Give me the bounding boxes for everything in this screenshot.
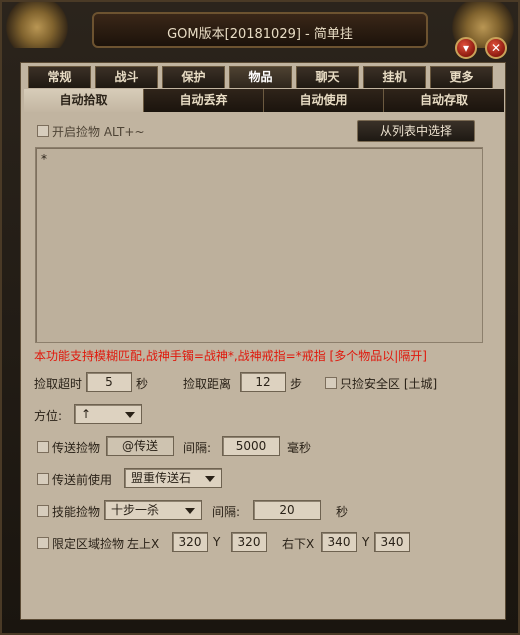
teleport-interval-input[interactable]: 5000 bbox=[222, 436, 280, 456]
distance-label: 捡取距离 bbox=[183, 377, 232, 391]
skill-pickup-label: 技能捡物 bbox=[52, 505, 101, 519]
top-left-y-label: Y bbox=[213, 535, 221, 549]
skill-interval-label: 间隔: bbox=[212, 505, 241, 519]
subtab-auto-discard[interactable]: 自动丢弃 bbox=[144, 89, 264, 112]
top-left-x-label: 左上X bbox=[127, 537, 160, 551]
tab-general[interactable]: 常规 bbox=[28, 66, 91, 88]
pickup-items-textarea[interactable] bbox=[35, 147, 483, 343]
sub-tabs: 自动拾取 自动丢弃 自动使用 自动存取 bbox=[24, 89, 504, 112]
top-left-x-input[interactable]: 320 bbox=[172, 532, 208, 552]
dragon-ornament-left bbox=[6, 2, 68, 48]
teleport-pickup-label: 传送捡物 bbox=[52, 441, 101, 455]
minimize-button[interactable]: ▾ bbox=[455, 37, 477, 59]
safe-zone-label: 只捡安全区 [土城] bbox=[340, 377, 438, 391]
subtab-auto-store[interactable]: 自动存取 bbox=[384, 89, 504, 112]
distance-input[interactable]: 12 bbox=[240, 372, 286, 392]
top-left-y-input[interactable]: 320 bbox=[231, 532, 267, 552]
distance-unit: 步 bbox=[290, 377, 303, 391]
main-tabs: 常规 战斗 保护 物品 聊天 挂机 更多 bbox=[24, 66, 504, 88]
teleport-interval-label: 间隔: bbox=[183, 441, 212, 455]
bottom-right-x-label: 右下X bbox=[282, 537, 315, 551]
fuzzy-match-note: 本功能支持模糊匹配,战神手镯=战神*,战神戒指=*戒指 [多个物品以|隔开] bbox=[34, 349, 427, 363]
enable-pickup-label: 开启捡物 ALT+~ bbox=[52, 125, 145, 139]
skill-value: 十步一杀 bbox=[111, 503, 160, 517]
dropdown-arrow-icon bbox=[125, 412, 135, 418]
dropdown-arrow-icon bbox=[205, 476, 215, 482]
teleport-interval-unit: 毫秒 bbox=[287, 441, 312, 455]
subtab-auto-use[interactable]: 自动使用 bbox=[264, 89, 384, 112]
tab-items[interactable]: 物品 bbox=[229, 66, 292, 88]
before-teleport-select[interactable]: 盟重传送石 bbox=[124, 468, 222, 488]
before-teleport-item: 盟重传送石 bbox=[131, 471, 192, 485]
bottom-right-x-input[interactable]: 340 bbox=[321, 532, 357, 552]
tab-more[interactable]: 更多 bbox=[430, 66, 493, 88]
teleport-command-input[interactable]: @传送 bbox=[106, 436, 174, 456]
dropdown-arrow-icon bbox=[185, 508, 195, 514]
bottom-right-y-input[interactable]: 340 bbox=[374, 532, 410, 552]
direction-value: ↑ bbox=[81, 407, 92, 421]
before-teleport-checkbox[interactable] bbox=[37, 473, 49, 485]
bottom-right-y-label: Y bbox=[362, 535, 370, 549]
window-title: GOM版本[20181029] - 简单挂 bbox=[167, 27, 353, 42]
choose-from-list-button[interactable]: 从列表中选择 bbox=[357, 120, 475, 142]
area-pickup-checkbox[interactable] bbox=[37, 537, 49, 549]
tab-chat[interactable]: 聊天 bbox=[296, 66, 359, 88]
direction-label: 方位: bbox=[34, 409, 63, 423]
skill-pickup-checkbox[interactable] bbox=[37, 505, 49, 517]
enable-pickup-checkbox[interactable] bbox=[37, 125, 49, 137]
tab-auto[interactable]: 挂机 bbox=[363, 66, 426, 88]
title-bar[interactable]: GOM版本[20181029] - 简单挂 bbox=[92, 12, 428, 48]
safe-zone-checkbox[interactable] bbox=[325, 377, 337, 389]
area-pickup-label: 限定区域捡物 bbox=[52, 537, 125, 551]
skill-interval-input[interactable]: 20 bbox=[253, 500, 321, 520]
close-icon: ✕ bbox=[490, 41, 502, 55]
teleport-pickup-checkbox[interactable] bbox=[37, 441, 49, 453]
close-button[interactable]: ✕ bbox=[485, 37, 507, 59]
timeout-label: 捡取超时 bbox=[34, 377, 83, 391]
skill-interval-unit: 秒 bbox=[336, 505, 349, 519]
before-teleport-label: 传送前使用 bbox=[52, 473, 113, 487]
direction-select[interactable]: ↑ bbox=[74, 404, 142, 424]
timeout-unit: 秒 bbox=[136, 377, 149, 391]
chevron-down-icon: ▾ bbox=[462, 41, 470, 55]
timeout-input[interactable]: 5 bbox=[86, 372, 132, 392]
skill-select[interactable]: 十步一杀 bbox=[104, 500, 202, 520]
subtab-auto-pickup[interactable]: 自动拾取 bbox=[24, 89, 144, 112]
tab-combat[interactable]: 战斗 bbox=[95, 66, 158, 88]
tab-protect[interactable]: 保护 bbox=[162, 66, 225, 88]
